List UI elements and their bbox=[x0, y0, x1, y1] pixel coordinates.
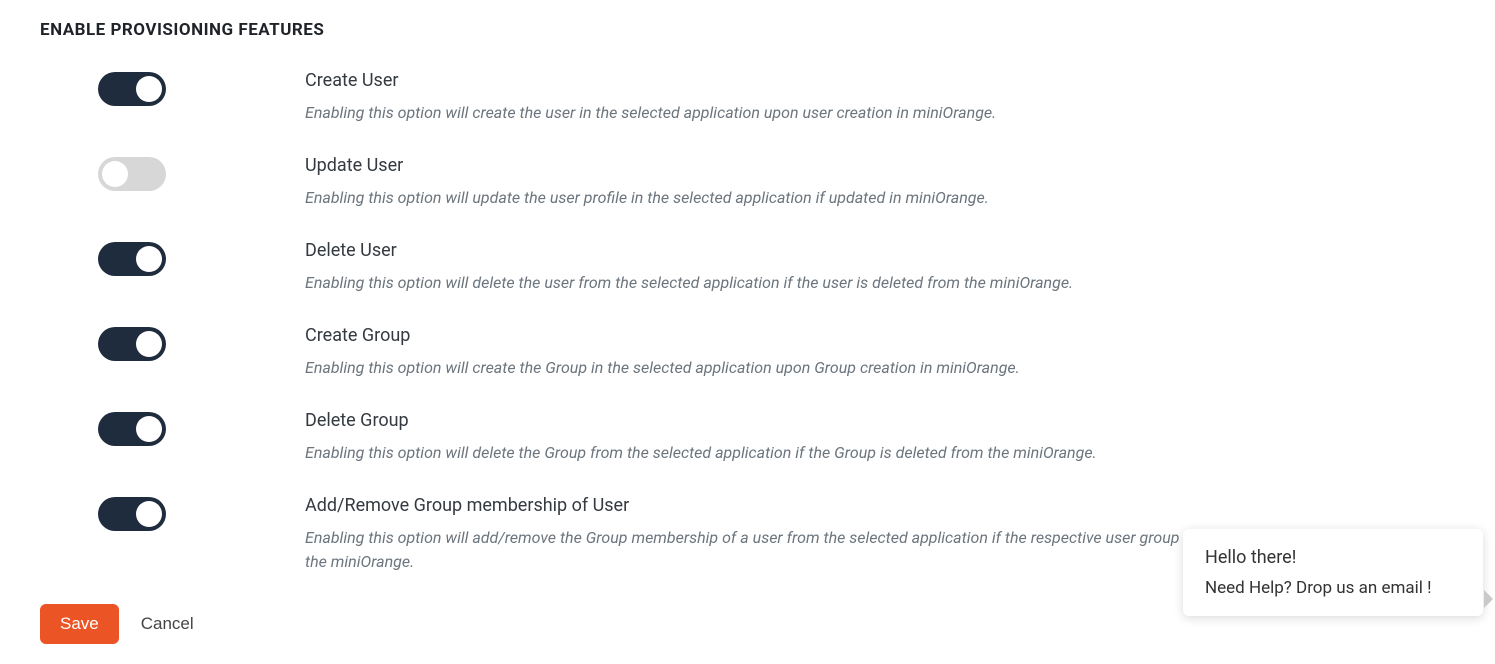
toggle-knob-icon bbox=[136, 331, 162, 357]
feature-title: Delete Group bbox=[305, 410, 1395, 431]
feature-description: Enabling this option will delete the use… bbox=[305, 271, 1395, 295]
section-heading: ENABLE PROVISIONING FEATURES bbox=[40, 20, 1455, 40]
feature-title: Update User bbox=[305, 155, 1395, 176]
feature-toggle[interactable] bbox=[98, 72, 166, 106]
help-greeting: Hello there! bbox=[1205, 547, 1461, 568]
feature-title: Create User bbox=[305, 70, 1395, 91]
toggle-knob-icon bbox=[136, 501, 162, 527]
feature-description: Enabling this option will create the Gro… bbox=[305, 356, 1395, 380]
feature-toggle[interactable] bbox=[98, 412, 166, 446]
feature-row: Update User Enabling this option will upd… bbox=[40, 155, 1455, 210]
feature-toggle[interactable] bbox=[98, 242, 166, 276]
toggle-knob-icon bbox=[136, 246, 162, 272]
toggle-knob-icon bbox=[136, 76, 162, 102]
toggle-knob-icon bbox=[102, 161, 128, 187]
feature-title: Delete User bbox=[305, 240, 1395, 261]
feature-description: Enabling this option will create the use… bbox=[305, 101, 1395, 125]
cancel-button[interactable]: Cancel bbox=[141, 614, 194, 634]
feature-toggle[interactable] bbox=[98, 497, 166, 531]
feature-row: Create Group Enabling this option will cr… bbox=[40, 325, 1455, 380]
toggle-knob-icon bbox=[136, 416, 162, 442]
feature-title: Create Group bbox=[305, 325, 1395, 346]
feature-description: Enabling this option will delete the Gro… bbox=[305, 441, 1395, 465]
feature-toggle[interactable] bbox=[98, 157, 166, 191]
feature-row: Delete Group Enabling this option will de… bbox=[40, 410, 1455, 465]
feature-row: Create User Enabling this option will cre… bbox=[40, 70, 1455, 125]
help-message: Need Help? Drop us an email ! bbox=[1205, 578, 1461, 598]
help-popup-arrow-icon bbox=[1484, 590, 1493, 608]
feature-title: Add/Remove Group membership of User bbox=[305, 495, 1395, 516]
feature-toggle[interactable] bbox=[98, 327, 166, 361]
save-button[interactable]: Save bbox=[40, 604, 119, 644]
help-popup: Hello there! Need Help? Drop us an email… bbox=[1183, 529, 1483, 616]
feature-description: Enabling this option will update the use… bbox=[305, 186, 1395, 210]
feature-row: Delete User Enabling this option will del… bbox=[40, 240, 1455, 295]
